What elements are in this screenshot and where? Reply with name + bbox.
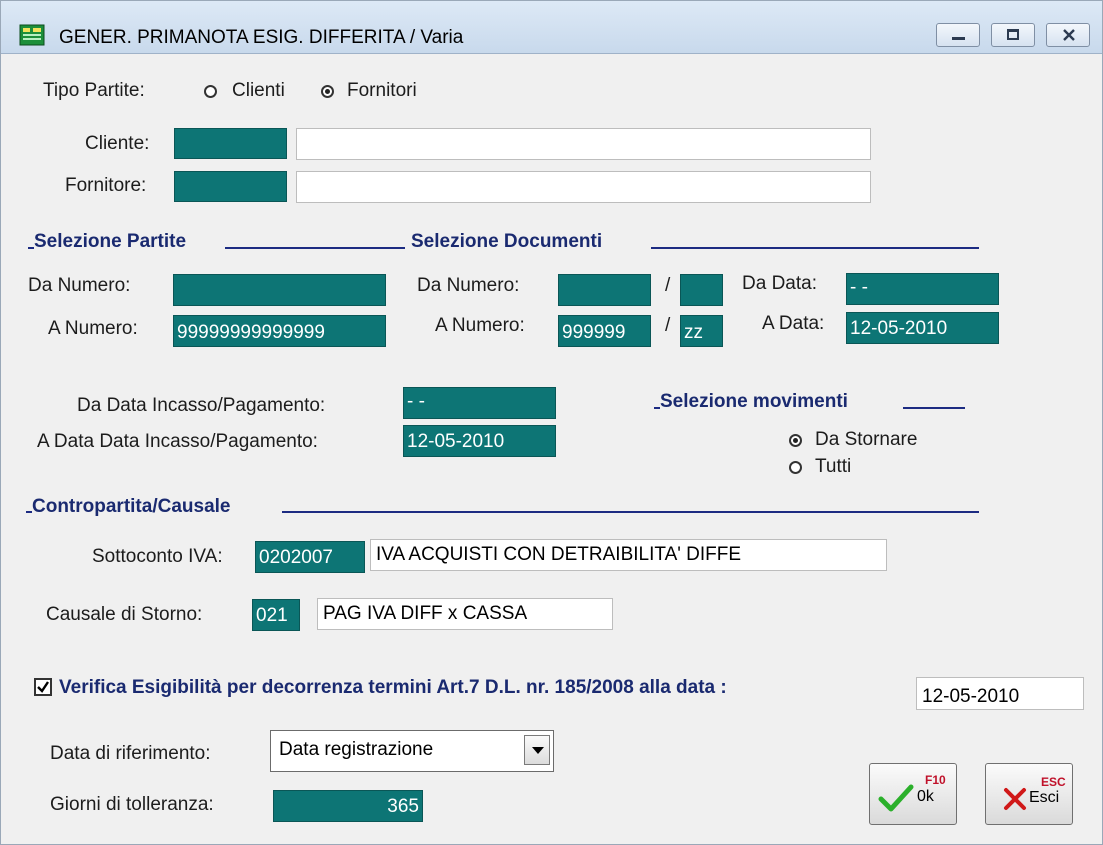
da-data-incasso-label: Da Data Incasso/Pagamento:	[77, 395, 326, 416]
ok-button-label: 0k	[917, 788, 934, 805]
documenti-a-data-field[interactable]: 12-05-2010	[846, 312, 999, 344]
window-title: GENER. PRIMANOTA ESIG. DIFFERITA / Varia	[59, 27, 464, 48]
documenti-da-serie-field[interactable]	[680, 274, 723, 306]
radio-tutti-label[interactable]: Tutti	[815, 456, 851, 478]
documenti-a-numero-field[interactable]: 999999	[558, 315, 651, 347]
documenti-da-data-field[interactable]: - -	[846, 273, 999, 305]
giorni-tolleranza-label: Giorni di tolleranza:	[50, 794, 214, 815]
data-riferimento-label: Data di riferimento:	[50, 743, 211, 764]
causale-code-field[interactable]: 021	[252, 599, 300, 631]
fornitore-description-field[interactable]	[296, 171, 871, 203]
documenti-da-numero-field[interactable]	[558, 274, 651, 306]
selezione-documenti-heading: Selezione Documenti	[411, 231, 603, 252]
selezione-partite-heading: Selezione Partite	[34, 231, 187, 252]
esci-button[interactable]: ESC Esci	[985, 763, 1073, 825]
contropartita-heading: Contropartita/Causale	[32, 496, 231, 517]
selezione-movimenti-heading: Selezione movimenti	[660, 391, 848, 412]
ok-button[interactable]: F10 0k	[869, 763, 957, 825]
sottoconto-description-field[interactable]: IVA ACQUISTI CON DETRAIBILITA' DIFFE	[370, 539, 887, 571]
documenti-a-data-label: A Data:	[762, 313, 825, 334]
minimize-button[interactable]	[936, 23, 980, 47]
section-rule	[282, 511, 979, 513]
title-bar[interactable]: GENER. PRIMANOTA ESIG. DIFFERITA / Varia	[1, 1, 1102, 54]
documenti-da-data-label: Da Data:	[742, 273, 817, 294]
radio-clienti-label[interactable]: Clienti	[232, 80, 285, 102]
section-rule	[225, 247, 405, 249]
checkmark-icon	[37, 681, 49, 693]
maximize-icon	[1007, 29, 1019, 40]
app-icon	[19, 24, 45, 46]
cliente-description-field[interactable]	[296, 128, 871, 160]
documenti-a-serie-field[interactable]: zz	[680, 315, 723, 347]
data-riferimento-select[interactable]: Data registrazione	[270, 730, 554, 772]
documenti-da-numero-label: Da Numero:	[417, 275, 520, 296]
fornitore-code-field[interactable]	[174, 171, 287, 202]
minimize-icon	[952, 37, 965, 40]
a-data-incasso-field[interactable]: 12-05-2010	[403, 425, 556, 457]
cliente-code-field[interactable]	[174, 128, 287, 159]
partite-a-numero-label: A Numero:	[48, 318, 138, 339]
partite-da-numero-field[interactable]	[173, 274, 386, 306]
a-data-incasso-label: A Data Data Incasso/Pagamento:	[37, 431, 318, 452]
data-riferimento-value: Data registrazione	[279, 739, 434, 760]
maximize-button[interactable]	[991, 23, 1035, 47]
radio-clienti[interactable]	[204, 85, 217, 98]
slash-separator: /	[665, 315, 671, 336]
ok-shortcut-key: F10	[925, 773, 946, 787]
chevron-down-icon[interactable]	[524, 735, 550, 765]
close-icon	[1004, 788, 1026, 810]
checkmark-icon	[878, 784, 914, 812]
sottoconto-label: Sottoconto IVA:	[92, 546, 223, 567]
close-button[interactable]	[1046, 23, 1090, 47]
documenti-a-numero-label: A Numero:	[435, 315, 525, 336]
section-rule	[651, 247, 979, 249]
cliente-label: Cliente:	[85, 133, 150, 154]
da-data-incasso-field[interactable]: - -	[403, 387, 556, 419]
verifica-esigibilita-checkbox[interactable]	[34, 678, 52, 696]
partite-da-numero-label: Da Numero:	[28, 275, 131, 296]
causale-label: Causale di Storno:	[46, 604, 203, 625]
radio-fornitori-label[interactable]: Fornitori	[347, 80, 417, 102]
verifica-esigibilita-label[interactable]: Verifica Esigibilità per decorrenza term…	[59, 677, 727, 699]
tipo-partite-label: Tipo Partite:	[43, 80, 145, 101]
radio-fornitori[interactable]	[321, 85, 334, 98]
esci-button-label: Esci	[1029, 789, 1060, 806]
slash-separator: /	[665, 275, 671, 296]
partite-a-numero-field[interactable]: 99999999999999	[173, 315, 386, 347]
causale-description-field[interactable]: PAG IVA DIFF x CASSA	[317, 598, 613, 630]
section-rule	[903, 407, 965, 409]
radio-da-stornare-label[interactable]: Da Stornare	[815, 429, 917, 451]
giorni-tolleranza-field[interactable]: 365	[273, 790, 423, 822]
verifica-data-field[interactable]: 12-05-2010	[916, 677, 1084, 710]
radio-tutti[interactable]	[789, 461, 802, 474]
radio-da-stornare[interactable]	[789, 434, 802, 447]
sottoconto-code-field[interactable]: 0202007	[255, 541, 365, 573]
dialog-window: GENER. PRIMANOTA ESIG. DIFFERITA / Varia…	[0, 0, 1103, 845]
esci-shortcut-key: ESC	[1041, 775, 1066, 789]
close-icon	[1063, 29, 1075, 41]
fornitore-label: Fornitore:	[65, 175, 147, 196]
